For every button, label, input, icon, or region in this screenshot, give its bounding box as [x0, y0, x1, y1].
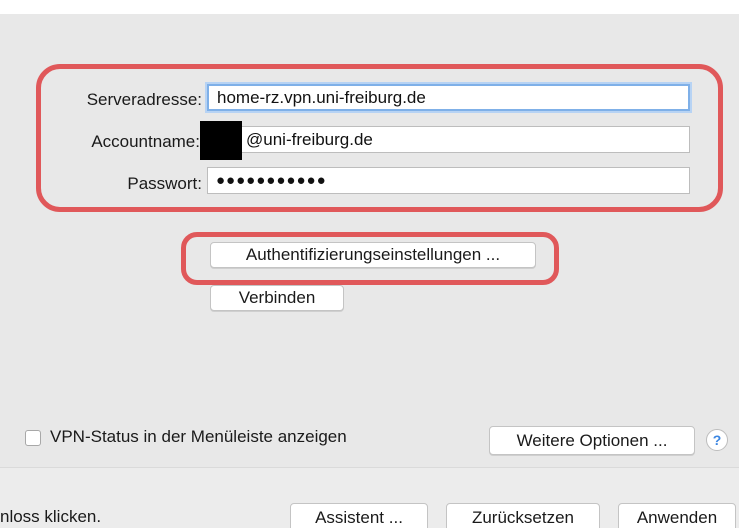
assistant-button[interactable]: Assistent ...: [290, 503, 428, 528]
account-name-value: @uni-freiburg.de: [246, 130, 373, 149]
vpn-status-checkbox[interactable]: [25, 430, 41, 446]
vpn-config-panel: Serveradresse: home-rz.vpn.uni-freiburg.…: [0, 14, 739, 467]
more-options-button[interactable]: Weitere Optionen ...: [489, 426, 695, 455]
vpn-status-label[interactable]: VPN-Status in der Menüleiste anzeigen: [50, 427, 347, 447]
auth-settings-button[interactable]: Authentifizierungseinstellungen ...: [210, 242, 536, 268]
server-address-label: Serveradresse:: [86, 90, 202, 109]
help-icon[interactable]: ?: [706, 429, 728, 451]
account-name-input[interactable]: @uni-freiburg.de: [207, 126, 690, 153]
reset-button[interactable]: Zurücksetzen: [446, 503, 600, 528]
connect-button[interactable]: Verbinden: [210, 285, 344, 311]
password-input[interactable]: ●●●●●●●●●●●: [207, 167, 690, 194]
lock-hint-text: nloss klicken.: [0, 507, 102, 526]
vpn-settings-window: Serveradresse: home-rz.vpn.uni-freiburg.…: [0, 0, 739, 528]
top-strip: [0, 0, 739, 14]
password-label: Passwort:: [127, 174, 202, 193]
account-name-label: Accountname:: [91, 132, 200, 151]
server-address-input[interactable]: home-rz.vpn.uni-freiburg.de: [207, 84, 690, 111]
redacted-username: [200, 121, 242, 160]
apply-button[interactable]: Anwenden: [618, 503, 736, 528]
footer-bar: nloss klicken. Assistent ... Zurücksetze…: [0, 467, 739, 528]
